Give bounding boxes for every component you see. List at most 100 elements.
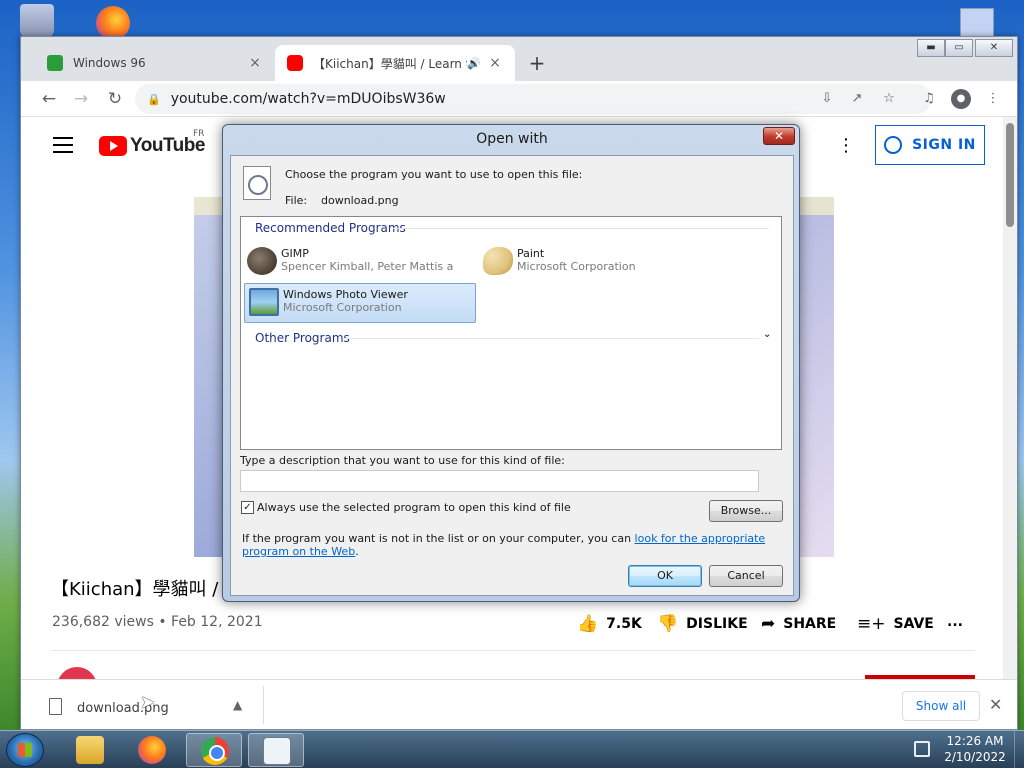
bookmark-star-icon[interactable]: ☆ <box>879 89 899 109</box>
more-actions-button[interactable]: ... <box>947 614 963 630</box>
browse-button[interactable]: Browse... <box>709 500 783 522</box>
close-icon[interactable]: × <box>247 55 263 71</box>
program-item-paint[interactable]: Paint Microsoft Corporation <box>479 243 711 283</box>
save-button[interactable]: ≡+ SAVE <box>857 614 934 634</box>
firefox-desktop-icon[interactable] <box>96 6 130 40</box>
program-vendor: Microsoft Corporation <box>283 301 402 314</box>
clock-date[interactable]: 2/10/2022 <box>940 750 1010 764</box>
reload-button[interactable]: ↻ <box>103 87 127 111</box>
thumbs-down-icon: 👎 <box>657 614 679 634</box>
address-bar[interactable]: 🔒 youtube.com/watch?v=mDUOibsW36w <box>135 84 931 114</box>
hamburger-menu-icon[interactable] <box>53 137 73 153</box>
program-name: Paint <box>517 247 545 260</box>
channel-avatar[interactable] <box>57 667 97 679</box>
download-bar: download.png ▲ Show all ✕ <box>21 679 1017 729</box>
window-close-button[interactable]: ✕ <box>975 39 1013 57</box>
forward-button[interactable]: → <box>69 87 93 111</box>
photo-viewer-icon <box>249 288 279 316</box>
profile-avatar-icon[interactable]: ● <box>951 89 971 109</box>
program-vendor: Spencer Kimball, Peter Mattis a <box>281 260 454 273</box>
browser-menu-icon[interactable]: ⋮ <box>983 89 1003 109</box>
tab-youtube[interactable]: 【Kiichan】學貓叫 / Learn to M 🔊 × <box>275 45 515 81</box>
tab-windows96[interactable]: Windows 96 × <box>35 45 275 81</box>
folder-icon <box>76 736 104 764</box>
recommended-programs-header[interactable]: Recommended Programs <box>255 221 406 235</box>
cancel-button[interactable]: Cancel <box>709 565 783 587</box>
minimize-button[interactable]: ▬ <box>917 39 945 57</box>
paint-palette-icon <box>483 247 513 275</box>
always-use-label[interactable]: Always use the selected program to open … <box>257 501 571 514</box>
close-icon[interactable]: × <box>487 55 503 71</box>
help-text: If the program you want is not in the li… <box>242 532 784 558</box>
always-use-checkbox[interactable]: ✓ <box>241 501 254 514</box>
sign-in-label: SIGN IN <box>912 137 976 153</box>
share-label: SHARE <box>783 616 837 632</box>
browser-toolbar: ← → ↻ 🔒 youtube.com/watch?v=mDUOibsW36w … <box>21 81 1017 117</box>
divider <box>345 338 759 339</box>
taskbar-open-with[interactable] <box>248 733 304 767</box>
help-prefix: If the program you want is not in the li… <box>242 532 635 545</box>
youtube-tab-icon <box>287 55 303 71</box>
open-with-dialog: Open with ✕ Choose the program you want … <box>222 124 800 602</box>
video-meta: 236,682 views • Feb 12, 2021 <box>52 614 263 630</box>
clock-time[interactable]: 12:26 AM <box>940 734 1010 748</box>
video-title: 【Kiichan】學貓叫 / L <box>51 579 231 600</box>
like-button[interactable]: 👍 7.5K <box>577 614 642 634</box>
network-icon[interactable] <box>914 741 930 757</box>
playlist-add-icon: ≡+ <box>857 614 886 634</box>
show-desktop-button[interactable] <box>1014 731 1024 768</box>
taskbar: 12:26 AM 2/10/2022 <box>0 730 1024 768</box>
new-tab-button[interactable]: + <box>523 50 551 78</box>
share-icon[interactable]: ↗ <box>847 89 867 109</box>
program-vendor: Microsoft Corporation <box>517 260 636 273</box>
show-all-button[interactable]: Show all <box>902 691 980 721</box>
program-list[interactable]: Recommended Programs GIMP Spencer Kimbal… <box>240 216 782 450</box>
dialog-title: Open with <box>476 131 548 147</box>
program-item-windows-photo-viewer[interactable]: Windows Photo Viewer Microsoft Corporati… <box>244 283 476 323</box>
taskbar-chrome[interactable] <box>186 733 242 767</box>
country-code: FR <box>193 129 205 139</box>
install-icon[interactable]: ⇩ <box>817 89 837 109</box>
media-control-icon[interactable]: ♫ <box>919 89 939 109</box>
ok-button[interactable]: OK <box>628 565 702 587</box>
program-item-gimp[interactable]: GIMP Spencer Kimball, Peter Mattis a <box>243 243 475 283</box>
mouse-cursor-icon: ➤ <box>140 692 156 713</box>
file-search-icon <box>243 166 271 200</box>
dialog-prompt: Choose the program you want to use to op… <box>285 168 583 181</box>
url-text: youtube.com/watch?v=mDUOibsW36w <box>170 91 446 107</box>
gimp-icon <box>247 247 277 275</box>
tab-label: Windows 96 <box>73 56 146 70</box>
dialog-close-button[interactable]: ✕ <box>763 127 795 145</box>
speaker-icon[interactable]: 🔊 <box>467 57 481 70</box>
divider <box>393 228 769 229</box>
taskbar-explorer[interactable] <box>62 733 118 767</box>
dislike-button[interactable]: 👎 DISLIKE <box>657 614 748 634</box>
other-programs-header[interactable]: Other Programs <box>255 331 350 345</box>
back-button[interactable]: ← <box>37 87 61 111</box>
share-button[interactable]: ➦ SHARE <box>761 614 836 634</box>
settings-more-icon[interactable]: ⋮ <box>837 135 855 156</box>
firefox-icon <box>138 736 166 764</box>
maximize-button[interactable]: ▭ <box>945 39 973 57</box>
help-suffix: . <box>355 545 359 558</box>
recycle-bin-icon[interactable] <box>20 4 54 38</box>
youtube-play-icon <box>99 136 127 156</box>
sign-in-button[interactable]: SIGN IN <box>875 125 985 165</box>
lock-icon[interactable]: 🔒 <box>147 93 161 106</box>
start-button[interactable] <box>6 733 44 767</box>
youtube-logo[interactable]: YouTube <box>99 135 205 157</box>
dislike-label: DISLIKE <box>686 616 748 632</box>
scrollbar-thumb[interactable] <box>1006 123 1014 227</box>
description-input[interactable] <box>240 470 759 492</box>
chevron-up-icon[interactable]: ▲ <box>233 698 242 712</box>
dialog-body: Choose the program you want to use to op… <box>230 155 794 596</box>
file-icon <box>49 698 62 715</box>
tab-strip: Windows 96 × 【Kiichan】學貓叫 / Learn to M 🔊… <box>21 37 1017 81</box>
like-count: 7.5K <box>606 616 642 632</box>
file-name: download.png <box>321 194 399 207</box>
taskbar-firefox[interactable] <box>124 733 180 767</box>
close-icon[interactable]: ✕ <box>989 695 1002 714</box>
chevron-down-icon[interactable]: ⌄ <box>763 329 771 340</box>
description-label: Type a description that you want to use … <box>240 454 565 467</box>
page-scrollbar[interactable] <box>1003 117 1017 679</box>
